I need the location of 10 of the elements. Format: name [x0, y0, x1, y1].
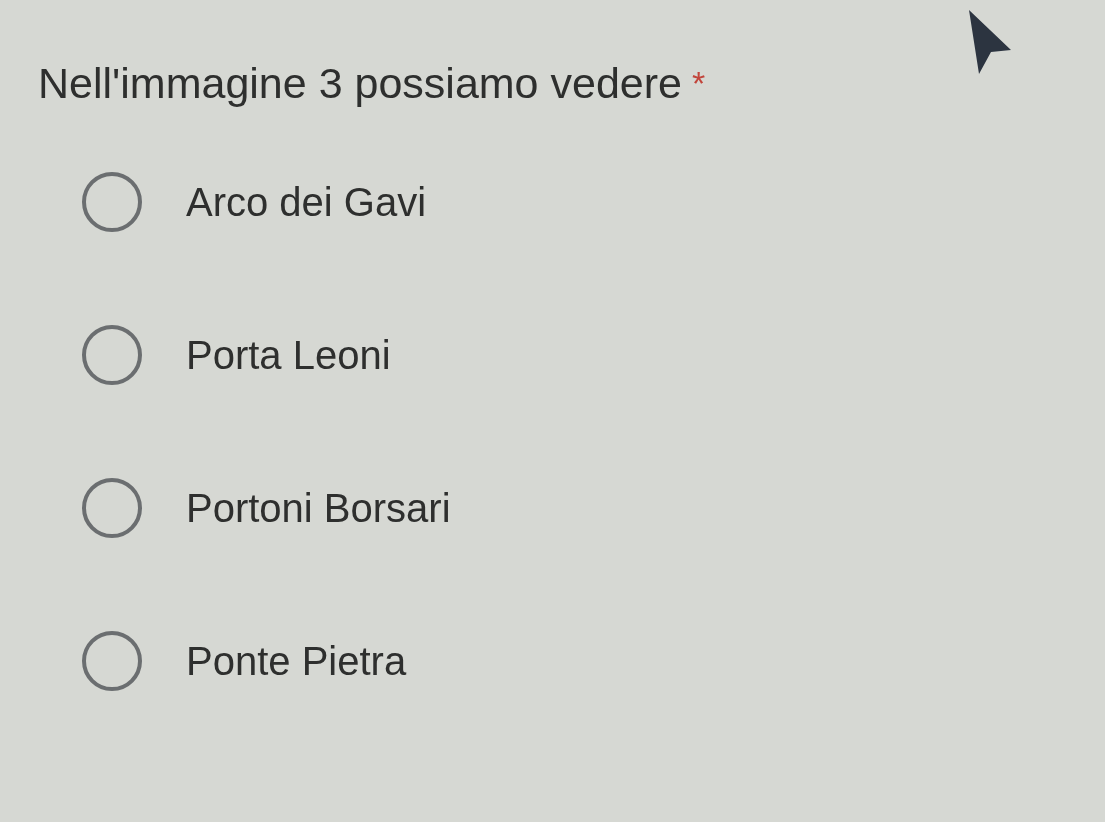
option-label[interactable]: Arco dei Gavi: [186, 179, 427, 224]
option-label[interactable]: Porta Leoni: [186, 332, 391, 377]
radio-button[interactable]: [82, 477, 142, 538]
question-text: Nell'immagine 3 possiamo vedere: [38, 58, 682, 109]
option-label[interactable]: Ponte Pietra: [186, 638, 407, 683]
radio-button[interactable]: [82, 630, 142, 691]
required-asterisk: *: [691, 63, 706, 104]
radio-button[interactable]: [82, 324, 142, 385]
radio-button[interactable]: [82, 171, 142, 232]
option-label[interactable]: Portoni Borsari: [186, 485, 451, 530]
